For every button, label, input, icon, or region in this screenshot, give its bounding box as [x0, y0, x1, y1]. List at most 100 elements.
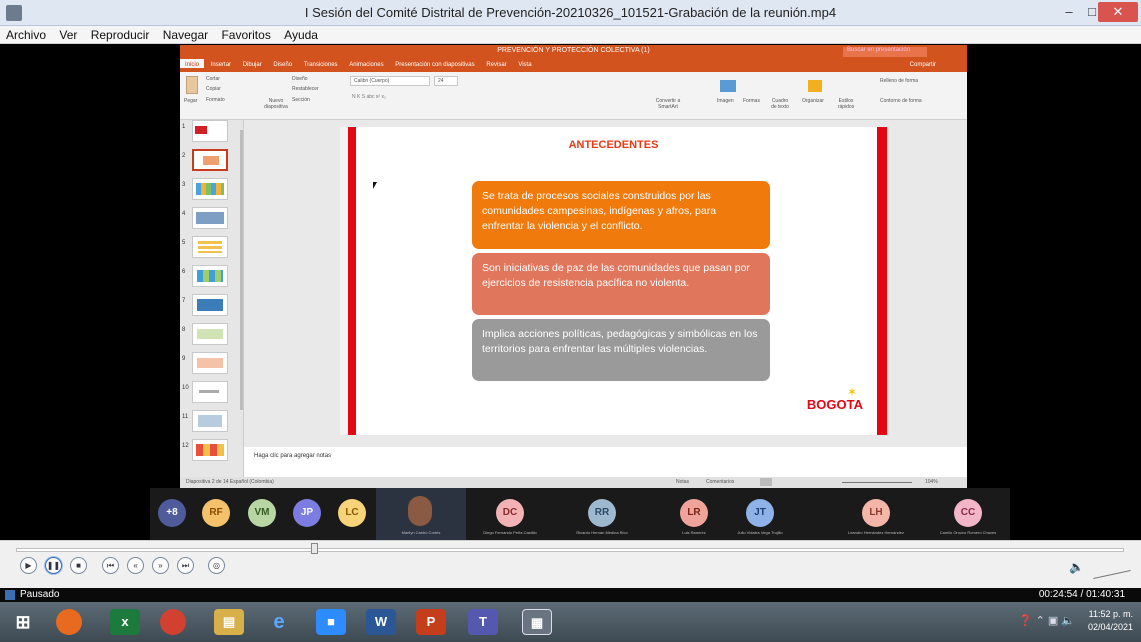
slide-thumb-9[interactable] [192, 352, 228, 374]
tab-inicio[interactable]: Inicio [180, 59, 205, 68]
menu-ayuda[interactable]: Ayuda [278, 26, 322, 42]
font-size-select[interactable]: 24 [434, 76, 458, 86]
media-player-icon[interactable]: ▦ [522, 609, 552, 635]
seek-bar[interactable] [16, 548, 1124, 552]
ppt-search-input[interactable]: Buscar en presentación [843, 47, 927, 57]
slide-heading: ANTECEDENTES [568, 139, 659, 151]
copy-button[interactable]: Copiar [206, 86, 221, 92]
slide-thumb-2[interactable] [192, 149, 228, 171]
smartart-button[interactable]: Convertir a SmartArt [650, 98, 686, 110]
cut-button[interactable]: Cortar [206, 76, 220, 82]
slide-thumb-3[interactable] [192, 178, 228, 200]
avatar[interactable]: RF [202, 499, 230, 527]
thumbs-scrollbar[interactable] [240, 130, 243, 410]
shape-fill-button[interactable]: Relleno de forma [880, 78, 918, 84]
section-button[interactable]: Sección [292, 97, 310, 103]
volume-icon[interactable]: 🔈 [1069, 560, 1084, 574]
organize-icon[interactable] [808, 80, 822, 92]
quick-styles-button[interactable]: Estilos rápidos [836, 98, 856, 110]
share-button[interactable]: Compartir [905, 59, 941, 68]
tab-insertar[interactable]: Insertar [206, 59, 236, 68]
normal-view-button[interactable] [760, 478, 772, 486]
paste-icon[interactable] [186, 76, 198, 94]
tab-dibujar[interactable]: Dibujar [238, 59, 267, 68]
slide-canvas[interactable]: ANTECEDENTES Se trata de procesos social… [340, 127, 887, 435]
slide-thumb-4[interactable] [192, 207, 228, 229]
slide-left-accent [340, 127, 356, 435]
tab-animaciones[interactable]: Animaciones [344, 59, 388, 68]
menu-favoritos[interactable]: Favoritos [215, 26, 274, 42]
close-button[interactable]: ✕ [1098, 2, 1138, 22]
slide-thumb-8[interactable] [192, 323, 228, 345]
excel-icon[interactable]: x [110, 609, 140, 635]
format-painter-button[interactable]: Formato [206, 97, 225, 103]
textbox-button[interactable]: Cuadro de texto [769, 98, 791, 110]
layout-button[interactable]: Diseño [292, 76, 308, 82]
fullscreen-icon[interactable]: ◎ [208, 557, 225, 574]
avatar[interactable]: LC [338, 499, 366, 527]
format-buttons[interactable]: N K S abc x² x₂ [352, 94, 386, 100]
tab-transiciones[interactable]: Transiciones [299, 59, 343, 68]
paste-button[interactable]: Pegar [184, 98, 197, 104]
shape-outline-button[interactable]: Contorno de forma [880, 98, 922, 104]
organize-button[interactable]: Organizar [802, 98, 824, 104]
image-button[interactable]: Imagen [717, 98, 734, 104]
taskbar-clock[interactable]: 11:52 p. m. 02/04/2021 [1088, 608, 1133, 634]
slide-thumb-12[interactable] [192, 439, 228, 461]
font-select[interactable]: Calibri (Cuerpo) [350, 76, 430, 86]
avatar[interactable]: JT [746, 499, 774, 527]
next-icon[interactable]: ⏭ [177, 557, 194, 574]
tab-vista[interactable]: Vista [513, 59, 536, 68]
seek-handle[interactable] [311, 543, 319, 554]
teams-icon[interactable]: T [468, 609, 498, 635]
avatar[interactable]: LR [680, 499, 708, 527]
avatar[interactable]: DC [496, 499, 524, 527]
active-speaker-tile[interactable]: Marilyn Castro Cortés [376, 488, 466, 540]
powerpoint-icon[interactable]: P [416, 609, 446, 635]
rewind-icon[interactable]: « [127, 557, 144, 574]
slide-thumb-7[interactable] [192, 294, 228, 316]
internet-explorer-icon[interactable]: e [264, 609, 294, 635]
zoom-icon[interactable]: ■ [316, 609, 346, 635]
notes-button[interactable]: Notas [676, 479, 689, 485]
avatar[interactable]: VM [248, 499, 276, 527]
forward-icon[interactable]: » [152, 557, 169, 574]
firefox-icon[interactable] [56, 609, 82, 635]
tab-presentacion[interactable]: Presentación con diapositivas [390, 59, 479, 68]
thumb-number: 11 [182, 414, 189, 420]
tab-revisar[interactable]: Revisar [481, 59, 511, 68]
menu-archivo[interactable]: Archivo [0, 26, 50, 42]
zoom-slider[interactable] [842, 482, 912, 483]
menu-reproducir[interactable]: Reproducir [85, 26, 154, 42]
start-icon[interactable]: ⊞ [8, 609, 38, 635]
tab-diseno[interactable]: Diseño [268, 59, 297, 68]
pause-icon[interactable]: ❚❚ [45, 557, 62, 574]
word-icon[interactable]: W [366, 609, 396, 635]
avatar[interactable]: LH [862, 499, 890, 527]
file-explorer-icon[interactable]: ▤ [214, 609, 244, 635]
image-icon[interactable] [720, 80, 736, 92]
system-tray-icons[interactable]: ❓ ⌃ ▣ 🔈 [1019, 614, 1075, 627]
slide-thumb-11[interactable] [192, 410, 228, 432]
zoom-level[interactable]: 104% [925, 479, 938, 485]
chrome-icon[interactable] [160, 609, 186, 635]
comments-button[interactable]: Comentarios [706, 479, 734, 485]
mouse-cursor-icon [373, 182, 377, 189]
menu-navegar[interactable]: Navegar [157, 26, 212, 42]
reset-button[interactable]: Restablecer [292, 86, 319, 92]
more-participants-button[interactable]: +8 [158, 499, 186, 527]
avatar[interactable]: CC [954, 499, 982, 527]
avatar[interactable]: JP [293, 499, 321, 527]
slide-thumb-1[interactable] [192, 120, 228, 142]
menu-ver[interactable]: Ver [53, 26, 81, 42]
slide-thumb-10[interactable] [192, 381, 228, 403]
stop-icon[interactable]: ■ [70, 557, 87, 574]
play-icon[interactable]: ▶ [20, 557, 37, 574]
new-slide-button[interactable]: Nuevo diapositiva [264, 98, 288, 110]
shapes-button[interactable]: Formas [743, 98, 760, 104]
notes-pane[interactable]: Haga clic para agregar notas [244, 447, 967, 477]
slide-thumb-5[interactable] [192, 236, 228, 258]
avatar[interactable]: RR [588, 499, 616, 527]
previous-icon[interactable]: ⏮ [102, 557, 119, 574]
slide-thumb-6[interactable] [192, 265, 228, 287]
